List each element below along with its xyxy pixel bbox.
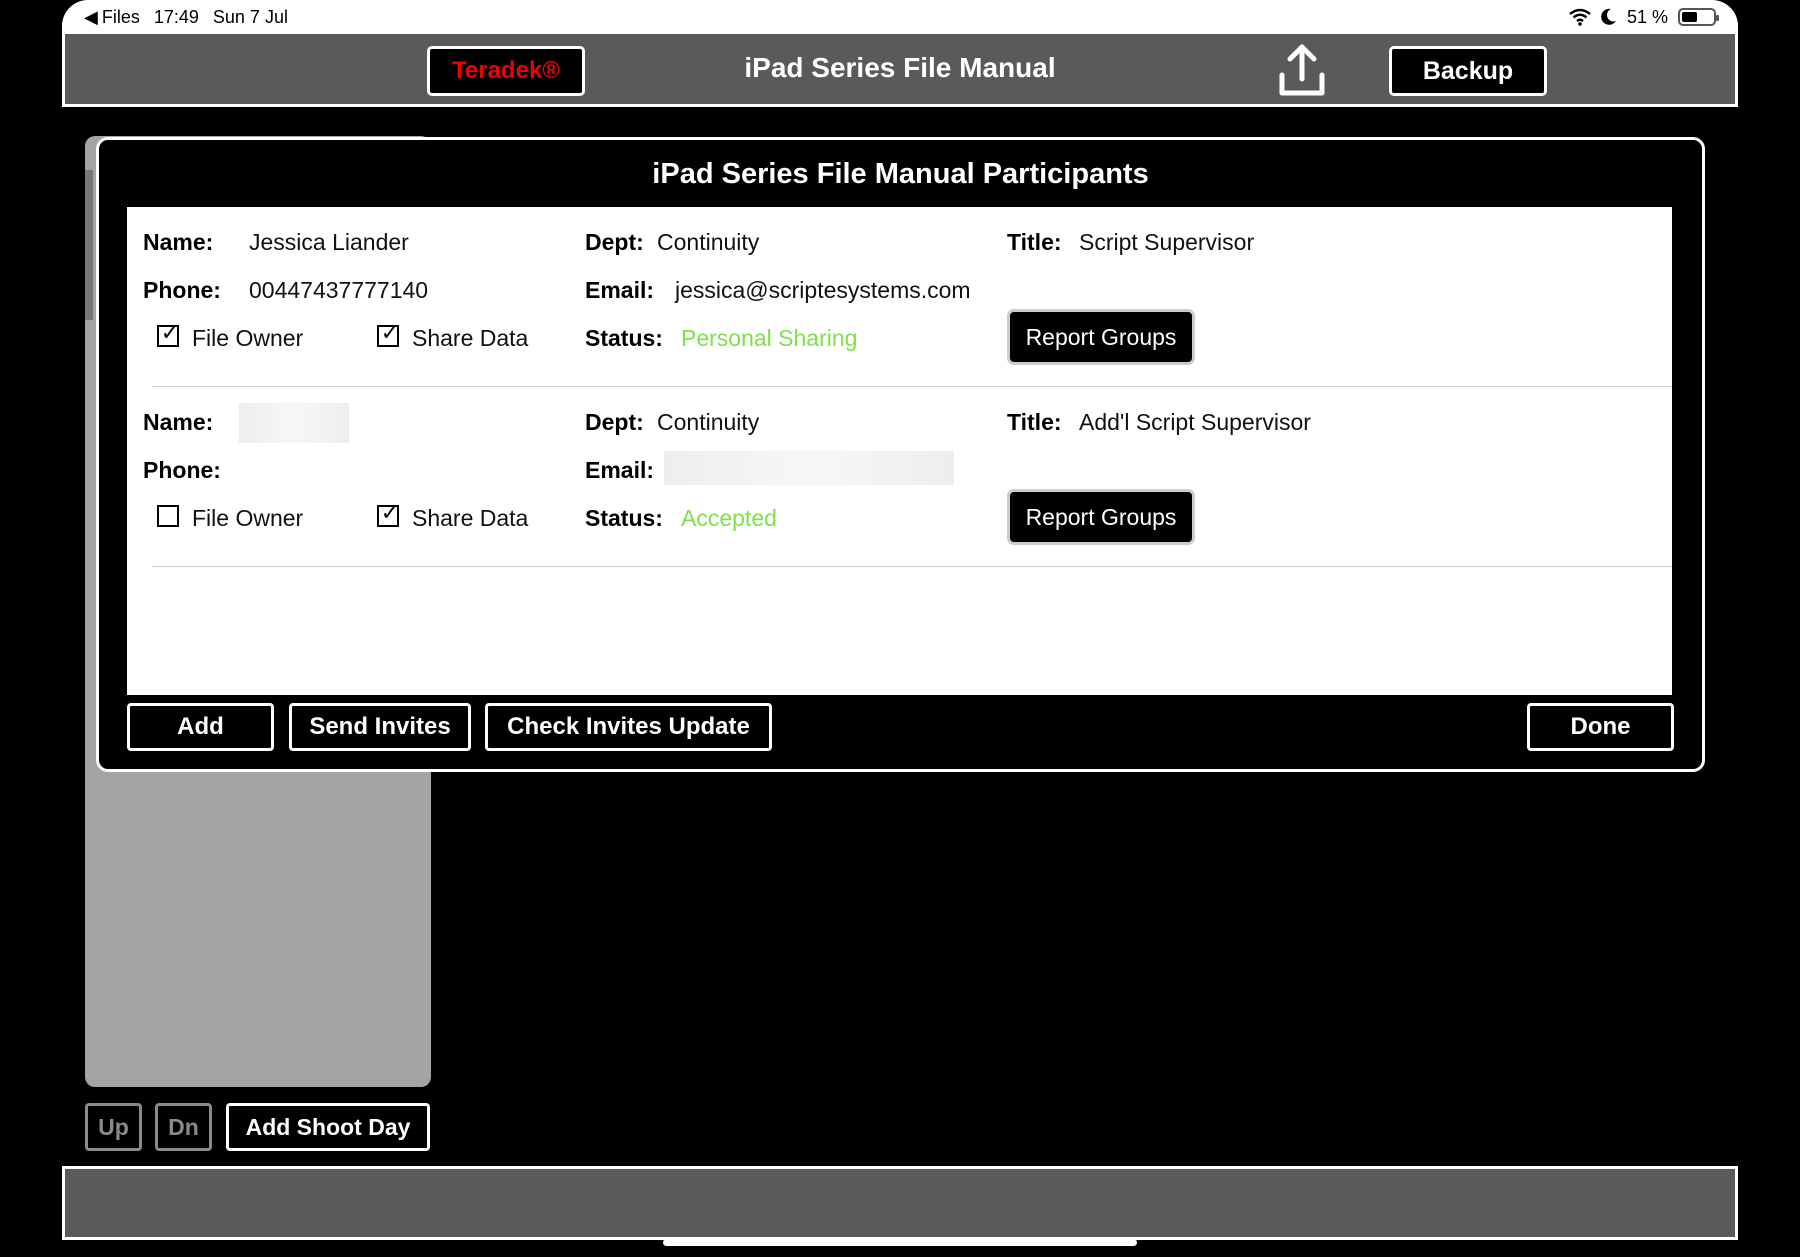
status-time: 17:49 <box>153 6 199 27</box>
participant-status: Personal Sharing <box>681 325 858 351</box>
participant-title: Add'l Script Supervisor <box>1079 409 1311 435</box>
upload-icon[interactable] <box>1277 43 1327 99</box>
battery-icon <box>1678 8 1719 26</box>
bottom-toolbar <box>62 1166 1738 1240</box>
dept-label: Dept: <box>585 409 644 435</box>
participants-dialog: iPad Series File Manual Participants Nam… <box>96 137 1705 772</box>
add-participant-button[interactable]: Add <box>127 703 274 751</box>
list-scrollbar[interactable] <box>85 170 93 320</box>
add-shoot-day-button[interactable]: Add Shoot Day <box>226 1103 430 1151</box>
participant-email: jessica@scriptesystems.com <box>675 277 971 303</box>
status-label: Status: <box>585 325 663 351</box>
participants-list: Name: Jessica Liander Dept: Continuity T… <box>127 207 1672 695</box>
name-label: Name: <box>143 229 214 255</box>
battery-percent: 51 % <box>1626 6 1668 27</box>
email-label: Email: <box>585 457 655 483</box>
wifi-icon <box>1569 8 1591 26</box>
participant-name-redacted <box>239 403 349 443</box>
status-label: Status: <box>585 505 663 531</box>
share-data-checkbox[interactable]: ✓ <box>377 322 399 347</box>
home-indicator[interactable] <box>663 1239 1137 1246</box>
move-down-button[interactable]: Dn <box>155 1103 212 1151</box>
move-up-button[interactable]: Up <box>85 1103 142 1151</box>
phone-label: Phone: <box>143 277 221 303</box>
participant-dept: Continuity <box>657 229 760 255</box>
file-owner-label: File Owner <box>192 325 304 351</box>
status-bar: ◀ Files 17:49 Sun 7 Jul 51 % <box>62 0 1738 34</box>
share-data-checkbox[interactable]: ✓ <box>377 502 399 527</box>
report-groups-button[interactable]: Report Groups <box>1007 309 1195 365</box>
back-to-app-link[interactable]: ◀ Files <box>84 7 140 28</box>
file-owner-checkbox[interactable]: ✓ <box>157 322 179 347</box>
share-data-label: Share Data <box>412 505 529 531</box>
done-button[interactable]: Done <box>1527 703 1674 751</box>
participant-name: Jessica Liander <box>249 229 409 255</box>
phone-label: Phone: <box>143 457 221 483</box>
check-invites-update-button[interactable]: Check Invites Update <box>485 703 772 751</box>
backup-button[interactable]: Backup <box>1389 46 1547 96</box>
title-label: Title: <box>1007 409 1062 435</box>
title-label: Title: <box>1007 229 1062 255</box>
dept-label: Dept: <box>585 229 644 255</box>
back-triangle-icon: ◀ <box>84 6 98 27</box>
participant-dept: Continuity <box>657 409 760 435</box>
participant-email-redacted <box>664 451 954 485</box>
moon-icon <box>1601 8 1616 25</box>
participant-status: Accepted <box>681 505 777 531</box>
participant-row: Name: Dept: Continuity Title: Add'l Scri… <box>127 387 1672 567</box>
file-owner-label: File Owner <box>192 505 304 531</box>
status-date: Sun 7 Jul <box>212 6 288 27</box>
email-label: Email: <box>585 277 655 303</box>
name-label: Name: <box>143 409 214 435</box>
participant-phone: 00447437777140 <box>249 277 429 303</box>
participant-title: Script Supervisor <box>1079 229 1255 255</box>
participant-row: Name: Jessica Liander Dept: Continuity T… <box>127 207 1672 387</box>
share-data-label: Share Data <box>412 325 529 351</box>
send-invites-button[interactable]: Send Invites <box>289 703 471 751</box>
dialog-title: iPad Series File Manual Participants <box>652 158 1149 190</box>
report-groups-button[interactable]: Report Groups <box>1007 489 1195 545</box>
top-toolbar: Teradek® iPad Series File Manual Backup <box>62 34 1738 107</box>
row-divider <box>152 566 1672 567</box>
file-owner-checkbox[interactable] <box>157 505 179 527</box>
